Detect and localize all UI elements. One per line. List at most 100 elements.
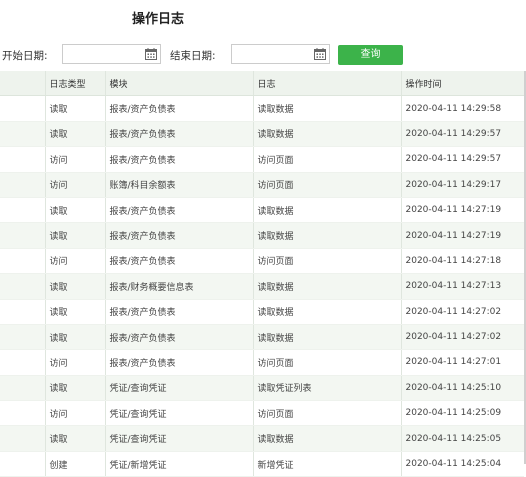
row-blank-cell [0, 146, 45, 173]
cell-log: 访问页面 [252, 400, 401, 427]
table-row[interactable]: 访问 报表/资产负债表 访问页面 2020-04-11 14:29:57 [0, 146, 524, 173]
col-header-log-type[interactable]: 日志类型 [44, 71, 105, 97]
cell-log-type: 读取 [44, 375, 105, 402]
table-row[interactable]: 访问 报表/资产负债表 访问页面 2020-04-11 14:27:01 [0, 349, 524, 376]
cell-log: 新增凭证 [252, 451, 401, 477]
table-row[interactable]: 读取 凭证/查询凭证 读取数据 2020-04-11 14:25:05 [0, 425, 524, 452]
table-row[interactable]: 读取 报表/资产负债表 读取数据 2020-04-11 14:27:02 [0, 324, 524, 351]
cell-time: 2020-04-11 14:25:10 [400, 375, 524, 402]
cell-log: 访问页面 [252, 146, 401, 173]
cell-log-type: 访问 [44, 349, 105, 376]
cell-time: 2020-04-11 14:25:04 [400, 451, 524, 477]
cell-time: 2020-04-11 14:29:58 [400, 95, 524, 122]
cell-log-type: 读取 [44, 95, 105, 122]
cell-module: 报表/资产负债表 [104, 222, 253, 249]
cell-time: 2020-04-11 14:27:02 [400, 299, 524, 325]
cell-log-type: 读取 [44, 222, 105, 249]
cell-log: 访问页面 [252, 349, 401, 376]
cell-log: 读取数据 [252, 273, 401, 300]
cell-module: 报表/资产负债表 [104, 95, 253, 122]
cell-module: 凭证/查询凭证 [104, 425, 253, 452]
table-row[interactable]: 创建 凭证/新增凭证 新增凭证 2020-04-11 14:25:04 [0, 451, 524, 477]
row-blank-cell [0, 451, 45, 477]
start-date-input[interactable] [62, 44, 161, 64]
table-row[interactable]: 读取 凭证/查询凭证 读取凭证列表 2020-04-11 14:25:10 [0, 375, 524, 402]
cell-log: 访问页面 [252, 248, 401, 275]
row-blank-cell [0, 121, 45, 148]
end-date-label: 结束日期: [170, 50, 216, 62]
row-blank-cell [0, 299, 45, 325]
log-table: 日志类型 模块 日志 操作时间 读取 报表/资产负债表 读取数据 2020-04-11… [0, 71, 524, 477]
cell-module: 报表/资产负债表 [104, 248, 253, 275]
cell-time: 2020-04-11 14:25:09 [400, 400, 524, 427]
cell-module: 报表/资产负债表 [104, 197, 253, 224]
cell-log-type: 读取 [44, 273, 105, 300]
cell-module: 报表/资产负债表 [104, 146, 253, 173]
row-blank-cell [0, 425, 45, 452]
cell-time: 2020-04-11 14:27:13 [400, 273, 524, 300]
col-header-module[interactable]: 模块 [104, 71, 253, 97]
row-blank-cell [0, 222, 45, 249]
cell-module: 凭证/新增凭证 [104, 451, 253, 477]
table-row[interactable]: 访问 报表/资产负债表 访问页面 2020-04-11 14:27:18 [0, 248, 524, 275]
cell-module: 报表/资产负债表 [104, 299, 253, 325]
table-row[interactable]: 读取 报表/资产负债表 读取数据 2020-04-11 14:29:57 [0, 121, 524, 148]
cell-module: 报表/资产负债表 [104, 121, 253, 148]
cell-time: 2020-04-11 14:27:02 [400, 324, 524, 351]
cell-log-type: 访问 [44, 248, 105, 275]
table-row[interactable]: 读取 报表/资产负债表 读取数据 2020-04-11 14:27:02 [0, 299, 524, 325]
cell-log-type: 访问 [44, 400, 105, 427]
cell-time: 2020-04-11 14:27:18 [400, 248, 524, 275]
cell-log: 读取数据 [252, 222, 401, 249]
row-blank-cell [0, 273, 45, 300]
cell-log: 读取凭证列表 [252, 375, 401, 402]
col-header-time[interactable]: 操作时间 [400, 71, 524, 97]
row-blank-cell [0, 95, 45, 122]
cell-time: 2020-04-11 14:27:19 [400, 222, 524, 249]
table-row[interactable]: 访问 账簿/科目余额表 访问页面 2020-04-11 14:29:17 [0, 172, 524, 198]
row-blank-cell [0, 197, 45, 224]
cell-log: 读取数据 [252, 324, 401, 351]
cell-log: 访问页面 [252, 172, 401, 198]
table-header-row: 日志类型 模块 日志 操作时间 [0, 71, 524, 97]
cell-time: 2020-04-11 14:27:19 [400, 197, 524, 224]
cell-module: 凭证/查询凭证 [104, 400, 253, 427]
cell-time: 2020-04-11 14:29:57 [400, 146, 524, 173]
cell-log-type: 访问 [44, 172, 105, 198]
table-row[interactable]: 读取 报表/资产负债表 读取数据 2020-04-11 14:27:19 [0, 197, 524, 224]
cell-time: 2020-04-11 14:25:05 [400, 425, 524, 452]
cell-log-type: 创建 [44, 451, 105, 477]
cell-log: 读取数据 [252, 299, 401, 325]
calendar-icon[interactable] [314, 48, 326, 60]
date-filter-bar: 开始日期: 结束日期: 查询 [0, 44, 526, 66]
cell-module: 账簿/科目余额表 [104, 172, 253, 198]
row-blank-cell [0, 349, 45, 376]
cell-log: 读取数据 [252, 197, 401, 224]
calendar-icon[interactable] [145, 48, 157, 60]
query-button[interactable]: 查询 [338, 45, 403, 65]
cell-module: 报表/资产负债表 [104, 349, 253, 376]
row-blank-cell [0, 324, 45, 351]
page-title: 操作日志 [132, 12, 185, 27]
cell-log-type: 访问 [44, 146, 105, 173]
row-blank-cell [0, 172, 45, 198]
cell-time: 2020-04-11 14:29:57 [400, 121, 524, 148]
cell-log: 读取数据 [252, 121, 401, 148]
cell-time: 2020-04-11 14:27:01 [400, 349, 524, 376]
cell-log: 读取数据 [252, 95, 401, 122]
start-date-label: 开始日期: [2, 50, 48, 62]
table-row[interactable]: 读取 报表/财务概要信息表 读取数据 2020-04-11 14:27:13 [0, 273, 524, 300]
cell-log-type: 读取 [44, 425, 105, 452]
row-blank-cell [0, 375, 45, 402]
table-row[interactable]: 读取 报表/资产负债表 读取数据 2020-04-11 14:29:58 [0, 95, 524, 122]
table-row[interactable]: 读取 报表/资产负债表 读取数据 2020-04-11 14:27:19 [0, 222, 524, 249]
cell-log-type: 读取 [44, 197, 105, 224]
end-date-input[interactable] [231, 44, 330, 64]
col-header-blank [0, 71, 45, 97]
cell-time: 2020-04-11 14:29:17 [400, 172, 524, 198]
row-blank-cell [0, 248, 45, 275]
cell-log-type: 读取 [44, 121, 105, 148]
table-row[interactable]: 访问 凭证/查询凭证 访问页面 2020-04-11 14:25:09 [0, 400, 524, 427]
cell-log-type: 读取 [44, 324, 105, 351]
col-header-log[interactable]: 日志 [252, 71, 401, 97]
